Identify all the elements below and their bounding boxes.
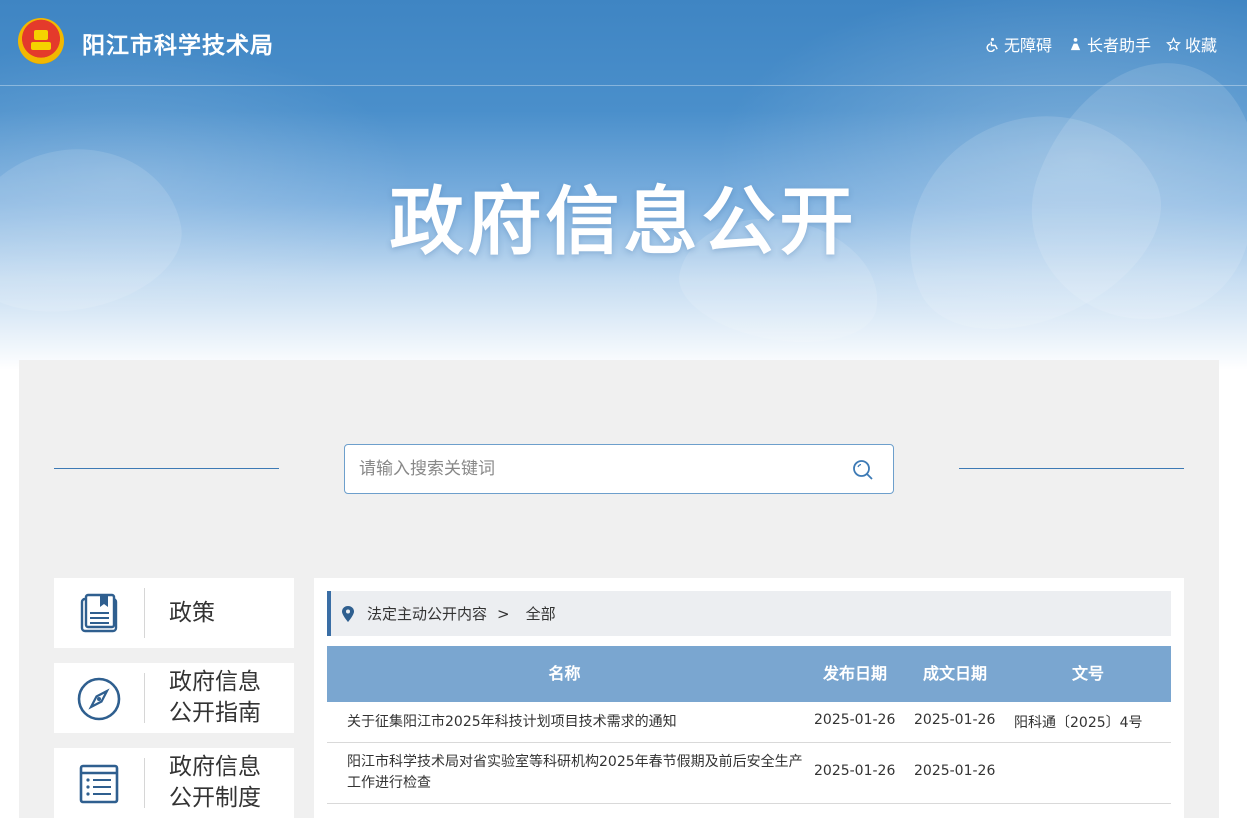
search-input[interactable]	[359, 445, 839, 493]
row-publish-date: 2025-01-26	[814, 712, 896, 728]
breadcrumb: 法定主动公开内容 > 全部	[327, 591, 1171, 636]
elder-assistant-icon	[1070, 37, 1081, 50]
location-pin-icon	[342, 605, 354, 622]
column-header-written-date: 成文日期	[922, 664, 987, 683]
row-publish-date: 2025-01-26	[814, 763, 896, 779]
favorite-link[interactable]: 收藏	[1166, 32, 1217, 56]
sidebar-divider	[144, 673, 145, 723]
search-divider-right	[959, 468, 1184, 469]
elder-assistant-link[interactable]: 长者助手	[1068, 32, 1151, 56]
document-list-icon	[79, 764, 119, 804]
sidebar-divider	[144, 588, 145, 638]
sidebar-item-label-line2: 公开指南	[169, 700, 261, 726]
row-written-date: 2025-01-26	[914, 763, 996, 779]
policy-book-icon	[80, 593, 118, 633]
elder-assistant-label: 长者助手	[1087, 36, 1152, 55]
column-header-name: 名称	[548, 664, 581, 683]
main-panel: 政策 政府信息 公开指南 政府信息 公开制度	[19, 360, 1219, 818]
search-divider-left	[54, 468, 279, 469]
accessibility-label: 无障碍	[1004, 36, 1053, 55]
column-header-publish-date: 发布日期	[822, 664, 887, 683]
favorite-label: 收藏	[1185, 36, 1218, 55]
sidebar-item-label-line2: 公开制度	[169, 785, 261, 811]
column-header-doc-number: 文号	[1071, 664, 1104, 683]
row-title-line2: 工作进行检查	[347, 775, 431, 791]
sidebar-item-disclosure-guide[interactable]: 政府信息 公开指南	[54, 663, 294, 733]
accessibility-icon	[986, 37, 998, 52]
search-box	[344, 444, 894, 494]
chevron-right-icon: >	[497, 604, 510, 623]
row-written-date: 2025-01-26	[914, 712, 996, 728]
accessibility-link[interactable]: 无障碍	[985, 32, 1052, 56]
sidebar-item-label-line1: 政府信息	[169, 669, 261, 695]
sidebar-item-disclosure-system[interactable]: 政府信息 公开制度	[54, 748, 294, 818]
site-title[interactable]: 阳江市科学技术局	[82, 26, 274, 60]
sidebar-item-label: 政府信息 公开指南	[169, 667, 261, 729]
sidebar-item-label-line1: 政府信息	[169, 754, 261, 780]
content-area: 法定主动公开内容 > 全部 名称 发布日期 成文日期 文号 关于征集阳江市202…	[314, 578, 1184, 818]
national-emblem-logo	[18, 18, 64, 64]
breadcrumb-current[interactable]: 全部	[526, 603, 556, 624]
row-title-line1: 阳江市科学技术局对省实验室等科研机构2025年春节假期及前后安全生产	[347, 754, 803, 770]
search-icon[interactable]	[851, 458, 875, 482]
row-title-link[interactable]: 关于征集阳江市2025年科技计划项目技术需求的通知	[347, 712, 807, 733]
sidebar-item-label: 政策	[169, 600, 215, 626]
table-header: 名称 发布日期 成文日期 文号	[327, 646, 1171, 702]
breadcrumb-section-link[interactable]: 法定主动公开内容	[367, 603, 487, 624]
compass-icon	[77, 677, 121, 721]
sidebar-item-policy[interactable]: 政策	[54, 578, 294, 648]
table-row[interactable]: 关于征集阳江市2025年科技计划项目技术需求的通知 2025-01-26 202…	[327, 702, 1171, 743]
sidebar-divider	[144, 758, 145, 808]
topbar-divider	[0, 85, 1247, 86]
row-doc-number: 阳科通〔2025〕4号	[1014, 715, 1143, 731]
sidebar-item-label: 政府信息 公开制度	[169, 752, 261, 814]
row-title-link[interactable]: 阳江市科学技术局对省实验室等科研机构2025年春节假期及前后安全生产 工作进行检…	[347, 752, 807, 794]
star-icon	[1166, 36, 1181, 51]
table-row[interactable]: 阳江市科学技术局对省实验室等科研机构2025年春节假期及前后安全生产 工作进行检…	[327, 743, 1171, 804]
hero-title: 政府信息公开	[389, 179, 858, 265]
